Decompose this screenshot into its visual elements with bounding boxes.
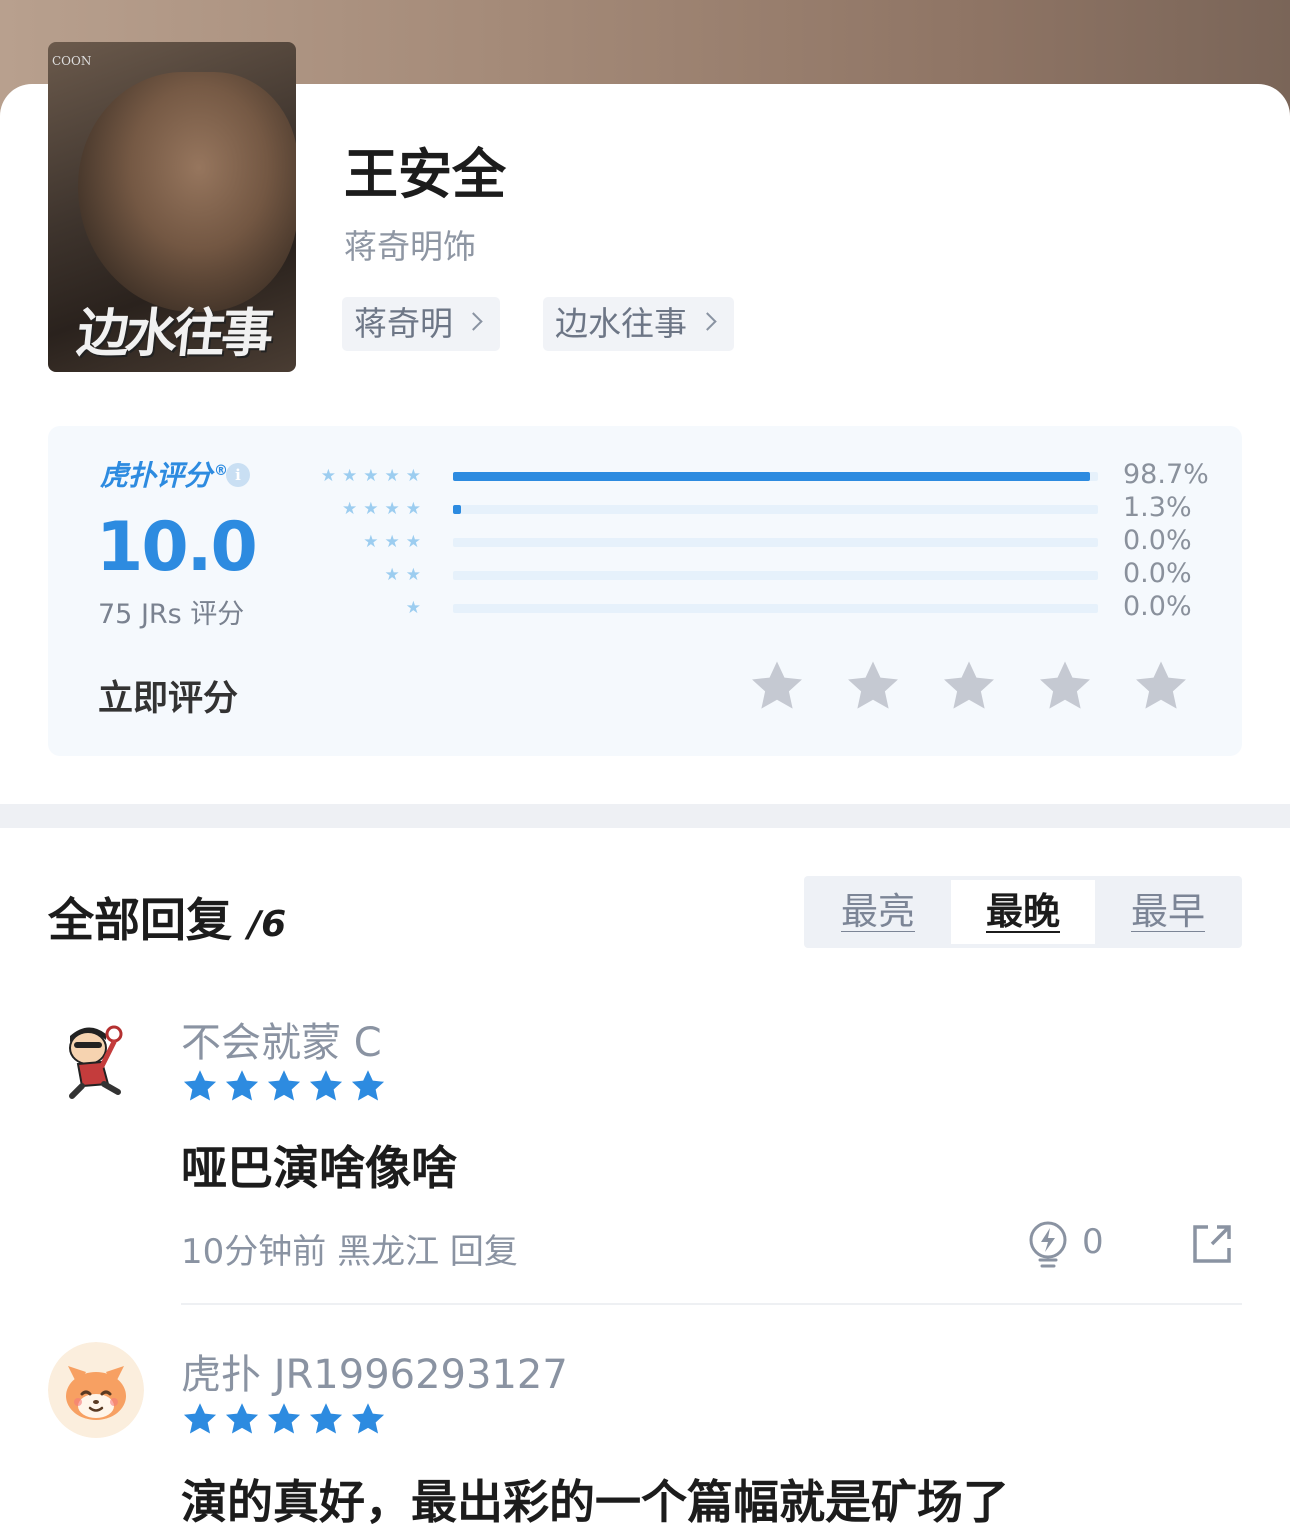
- distribution-stars: ★★★★★: [320, 466, 427, 486]
- avatar[interactable]: [48, 1342, 144, 1438]
- filled-star-icon: [309, 1403, 343, 1434]
- distribution-stars: ★: [405, 598, 427, 618]
- rate-star-5-icon[interactable]: [1132, 658, 1190, 714]
- tab-latest[interactable]: 最晚: [951, 880, 1095, 944]
- distribution-percent: 1.3%: [1123, 492, 1192, 523]
- filled-star-icon: [225, 1403, 259, 1434]
- reply-star-rating: [181, 1068, 401, 1104]
- filled-star-icon: [351, 1070, 385, 1101]
- rate-now-label: 立即评分: [98, 679, 239, 719]
- light-count: 0: [1082, 1222, 1104, 1262]
- reply-content: 哑巴演啥像啥: [181, 1141, 457, 1195]
- distribution-row-5: ★★★★★ 98.7%: [313, 459, 1213, 490]
- distribution-percent: 0.0%: [1123, 558, 1192, 589]
- tag-show-label: 边水往事: [555, 304, 687, 343]
- replies-title: 全部回复 /6: [48, 893, 287, 947]
- reply-username[interactable]: 不会就蒙 C: [181, 1010, 382, 1068]
- reply-meta[interactable]: 10分钟前 黑龙江 回复: [181, 1224, 518, 1273]
- section-divider: [0, 804, 1290, 828]
- reply-username[interactable]: 虎扑 JR1996293127: [181, 1342, 568, 1400]
- filled-star-icon: [309, 1070, 343, 1101]
- filled-star-icon: [183, 1403, 217, 1434]
- info-icon[interactable]: i: [226, 463, 250, 487]
- tag-show[interactable]: 边水往事: [543, 297, 734, 351]
- distribution-row-1: ★ 0.0%: [313, 591, 1213, 622]
- distribution-percent: 98.7%: [1123, 459, 1209, 490]
- tag-actor-label: 蒋奇明: [354, 304, 453, 343]
- share-icon[interactable]: [1190, 1222, 1234, 1266]
- distribution-track: [453, 472, 1098, 481]
- character-poster[interactable]: COON 边水往事: [48, 42, 296, 372]
- rate-star-4-icon[interactable]: [1036, 658, 1094, 714]
- distribution-percent: 0.0%: [1123, 525, 1192, 556]
- distribution-fill: [453, 505, 462, 514]
- poster-title: 边水往事: [74, 303, 273, 364]
- light-button[interactable]: 0: [1026, 1220, 1136, 1272]
- filled-star-icon: [267, 1403, 301, 1434]
- hupu-rating-logo: 虎扑评分 ®: [100, 459, 229, 492]
- rate-star-3-icon[interactable]: [940, 658, 998, 714]
- distribution-fill: [453, 472, 1090, 481]
- reply-content: 演的真好，最出彩的一个篇幅就是矿场了: [181, 1475, 1009, 1529]
- distribution-row-4: ★★★★ 1.3%: [313, 492, 1213, 523]
- avatar[interactable]: [48, 1012, 144, 1108]
- filled-star-icon: [183, 1070, 217, 1101]
- poster-small-text: COON: [52, 54, 92, 68]
- cartoon-avatar-icon: [48, 1012, 144, 1108]
- distribution-stars: ★★★★: [342, 499, 427, 519]
- tag-actor[interactable]: 蒋奇明: [342, 297, 500, 351]
- distribution-track: [453, 604, 1098, 613]
- reply-star-rating: [181, 1401, 401, 1437]
- rating-score: 10.0: [96, 508, 258, 587]
- filled-star-icon: [267, 1070, 301, 1101]
- tab-earliest[interactable]: 最早: [1096, 880, 1240, 944]
- fade-overlay: [1060, 1470, 1290, 1538]
- replies-count: /6: [248, 904, 287, 945]
- character-role: 蒋奇明饰: [344, 227, 476, 266]
- chevron-right-icon: [698, 312, 717, 331]
- distribution-stars: ★★★: [363, 532, 427, 552]
- distribution-percent: 0.0%: [1123, 591, 1192, 622]
- distribution-track: [453, 571, 1098, 580]
- poster-face-image: [78, 72, 296, 312]
- filled-star-icon: [225, 1070, 259, 1101]
- fox-avatar-icon: [48, 1342, 144, 1438]
- rating-panel: 虎扑评分 ® i 10.0 75 JRs 评分 ★★★★★ 98.7% ★★★★ …: [48, 426, 1242, 756]
- character-name: 王安全: [344, 143, 506, 206]
- distribution-row-3: ★★★ 0.0%: [313, 525, 1213, 556]
- lightbulb-icon: [1029, 1221, 1067, 1268]
- chevron-right-icon: [464, 312, 483, 331]
- sort-tabs: 最亮 最晚 最早: [804, 876, 1242, 948]
- distribution-row-2: ★★ 0.0%: [313, 558, 1213, 589]
- distribution-track: [453, 538, 1098, 547]
- distribution-track: [453, 505, 1098, 514]
- rate-star-2-icon[interactable]: [844, 658, 902, 714]
- rate-star-1-icon[interactable]: [748, 658, 806, 714]
- reply-separator: [181, 1303, 1242, 1305]
- filled-star-icon: [351, 1403, 385, 1434]
- tab-brightest[interactable]: 最亮: [806, 880, 950, 944]
- rating-count: 75 JRs 评分: [98, 599, 245, 630]
- distribution-stars: ★★: [384, 565, 427, 585]
